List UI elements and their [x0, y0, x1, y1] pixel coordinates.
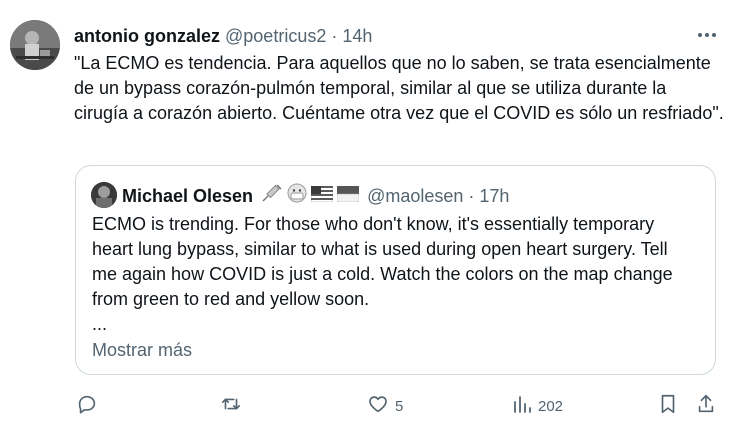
author-name[interactable]: antonio gonzalez	[74, 26, 220, 46]
indonesia-flag-icon	[336, 184, 360, 208]
tweet-text: "La ECMO es tendencia. Para aquellos que…	[74, 53, 724, 123]
avatar[interactable]	[10, 20, 60, 70]
us-flag-icon	[310, 184, 334, 208]
quoted-author-name: Michael Olesen	[122, 186, 254, 206]
tweet-header: antonio gonzalez @poetricus2 · 14h	[74, 24, 634, 48]
share-icon	[696, 393, 716, 420]
reply-button[interactable]	[76, 392, 98, 420]
mask-face-icon	[287, 183, 307, 209]
quoted-author-handle: @maolesen	[367, 186, 464, 206]
tweet: antonio gonzalez @poetricus2 · 14h "La E…	[0, 0, 732, 432]
action-bar: 5 202	[0, 392, 732, 422]
quoted-text-line: me again how COVID is just a cold. Watch…	[92, 264, 673, 284]
quoted-text-line: from green to red and yellow soon.	[92, 289, 370, 309]
author-handle[interactable]: @poetricus2	[225, 26, 326, 46]
separator: ·	[331, 26, 338, 46]
quoted-tweet[interactable]: Michael Olesen @maolesen · 17h ECMO is t…	[75, 165, 716, 375]
quoted-text: ECMO is trending. For those who don't kn…	[92, 212, 702, 337]
timestamp[interactable]: 14h	[342, 26, 372, 46]
quoted-text-line: ECMO is trending. For those who don't kn…	[92, 214, 655, 234]
bookmark-icon	[658, 393, 678, 420]
repost-button[interactable]	[219, 392, 243, 420]
quoted-timestamp: 17h	[479, 186, 510, 206]
views-button[interactable]: 202	[512, 392, 563, 420]
like-button[interactable]: 5	[367, 392, 403, 420]
views-icon	[512, 394, 532, 419]
quoted-text-line: heart lung bypass, similar to what is us…	[92, 239, 668, 259]
separator: ·	[468, 186, 475, 206]
views-count: 202	[538, 397, 564, 415]
quoted-text-ellipsis: ...	[92, 314, 108, 334]
heart-icon	[367, 393, 389, 420]
bookmark-button[interactable]	[658, 392, 678, 420]
more-options-icon[interactable]	[694, 22, 720, 48]
like-count: 5	[395, 397, 404, 415]
repost-icon	[219, 393, 243, 420]
reply-icon	[76, 393, 98, 420]
show-more-link[interactable]: Mostrar más	[92, 338, 192, 362]
quoted-header: Michael Olesen @maolesen · 17h	[122, 183, 509, 209]
syringe-icon	[261, 183, 283, 209]
share-button[interactable]	[696, 392, 716, 420]
quoted-avatar	[91, 182, 117, 208]
